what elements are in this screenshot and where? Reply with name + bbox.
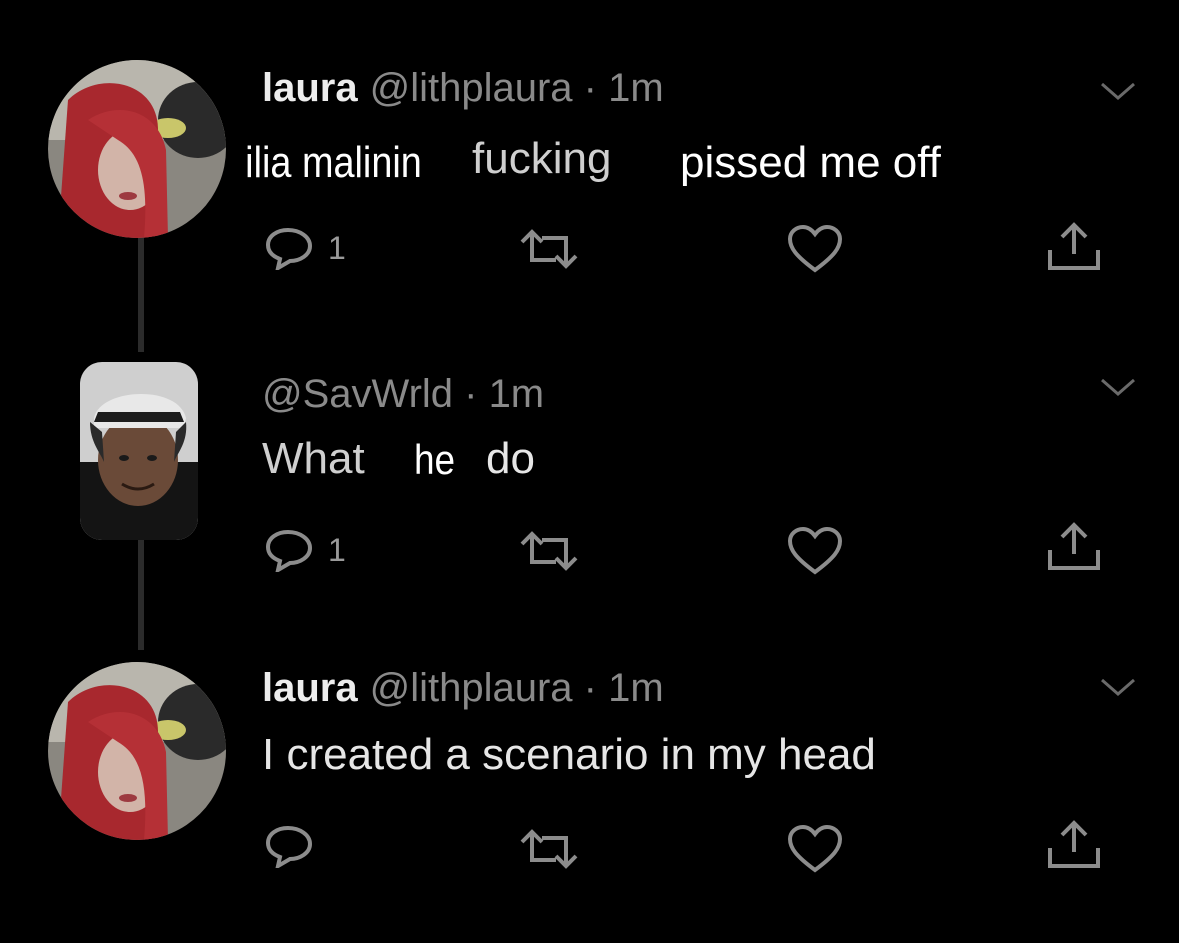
share-icon xyxy=(1048,522,1100,570)
retweet-button[interactable] xyxy=(514,826,584,872)
share-button[interactable] xyxy=(1044,520,1104,570)
display-name[interactable]: laura xyxy=(262,666,358,710)
chevron-down-icon xyxy=(1101,378,1135,396)
body-word-2: do xyxy=(486,434,535,483)
retweet-icon xyxy=(520,531,578,571)
reply-icon xyxy=(265,529,313,572)
tweet-header: laura @lithplaura · 1m xyxy=(262,666,664,711)
share-button[interactable] xyxy=(1044,818,1104,868)
body-word-1: What xyxy=(262,434,365,483)
avatar[interactable] xyxy=(80,362,198,540)
like-button[interactable] xyxy=(786,526,844,575)
reply-button[interactable] xyxy=(264,822,314,868)
reply-button[interactable] xyxy=(264,526,314,572)
retweet-button[interactable] xyxy=(514,528,584,574)
like-button[interactable] xyxy=(786,824,844,873)
overlay-text: he xyxy=(414,436,456,484)
heart-icon xyxy=(787,526,843,575)
reply-count: 1 xyxy=(328,532,346,568)
more-button[interactable] xyxy=(1098,376,1138,400)
handle-time[interactable]: @SavWrld · 1m xyxy=(262,372,544,416)
handle-time[interactable]: @lithplaura · 1m xyxy=(370,666,664,710)
heart-icon xyxy=(787,824,843,873)
share-icon xyxy=(1048,820,1100,868)
chevron-down-icon xyxy=(1101,678,1135,696)
tweet-3[interactable]: laura @lithplaura · 1m I created a scenar… xyxy=(0,0,1179,873)
avatar[interactable] xyxy=(48,662,226,840)
tweet-body: I created a scenario in my head xyxy=(262,730,876,779)
reply-icon xyxy=(265,825,313,868)
tweet-header: @SavWrld · 1m xyxy=(262,372,544,417)
thread-line-2 xyxy=(138,540,144,650)
retweet-icon xyxy=(520,829,578,869)
more-button[interactable] xyxy=(1098,676,1138,700)
